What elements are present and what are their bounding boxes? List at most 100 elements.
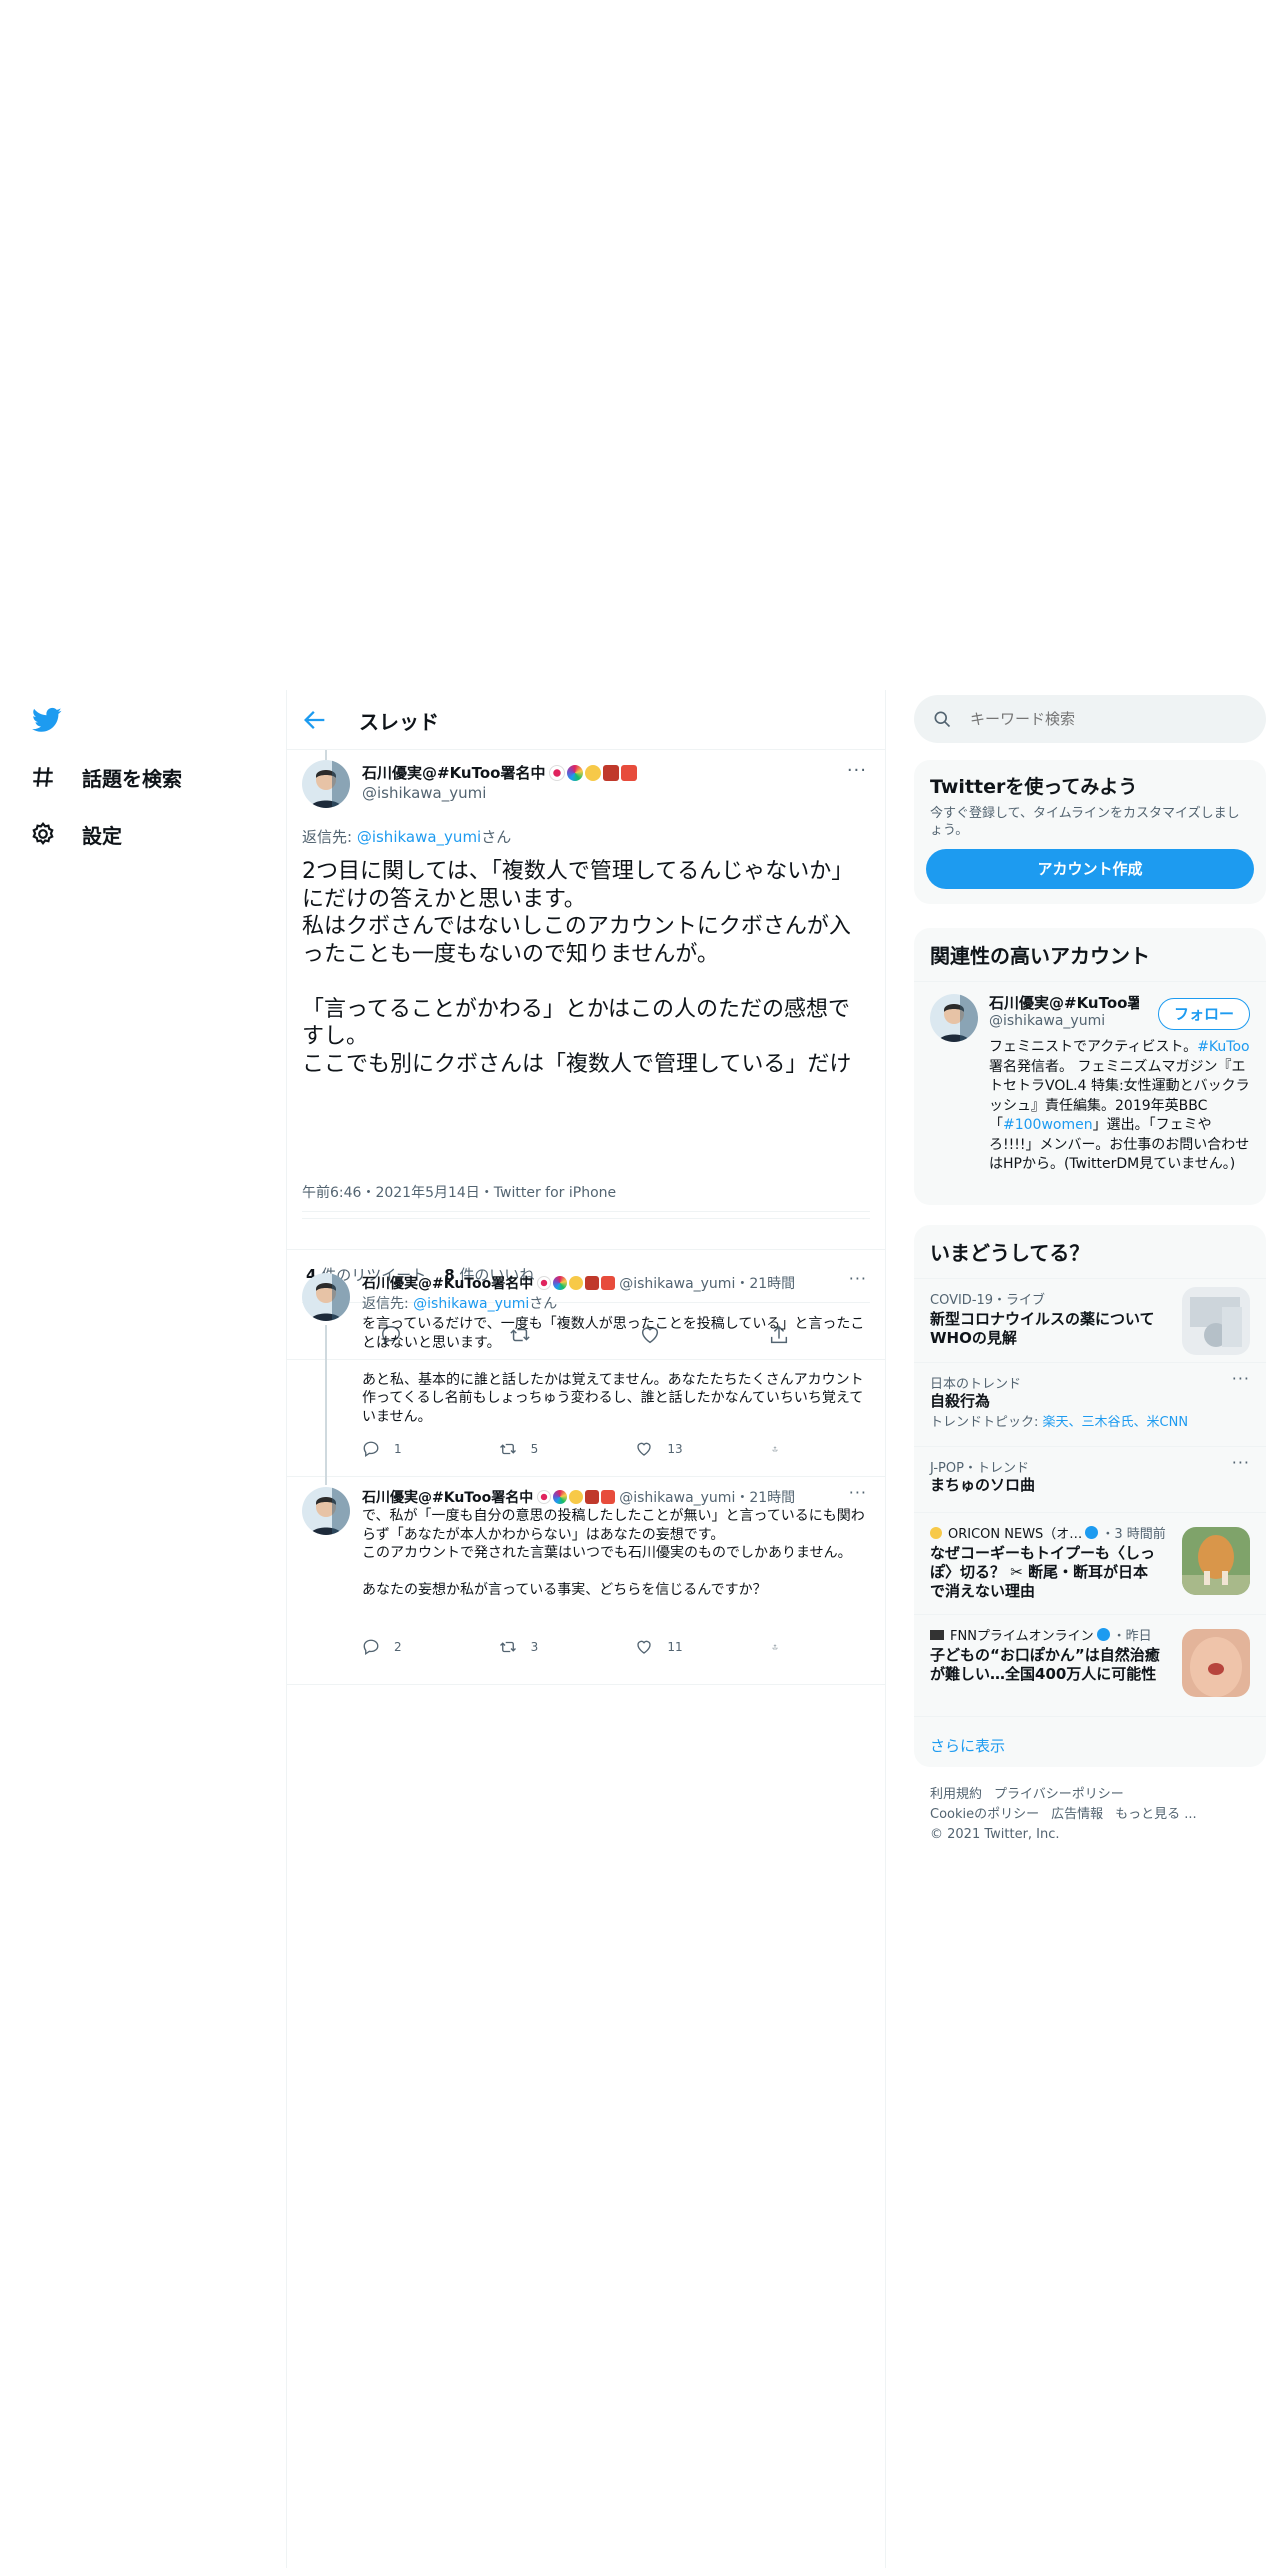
- reply-tweet[interactable]: 石川優実@#KuToo署名中 @ishikawa_yumi・21時間 ··· で…: [287, 1477, 885, 1685]
- author-name-text: 石川優実@#KuToo署名中: [362, 764, 546, 782]
- high-heel-icon: [585, 1490, 600, 1504]
- show-more-link[interactable]: さらに表示: [914, 1716, 1266, 1767]
- trend-time: ・昨日: [1112, 1629, 1152, 1644]
- reply-action-bar: 1 5 13: [362, 1440, 792, 1458]
- more-options-icon[interactable]: ···: [849, 1269, 867, 1288]
- bio-hashtag-100women[interactable]: #100women: [1003, 1117, 1093, 1133]
- trend-context: J-POP・トレンド: [930, 1461, 1029, 1476]
- like-button[interactable]: 13: [635, 1440, 725, 1458]
- footer-terms-link[interactable]: 利用規約: [930, 1787, 982, 1802]
- more-options-icon[interactable]: ···: [1232, 1453, 1250, 1472]
- reply-to-suffix: さん: [481, 828, 512, 846]
- reply-tweet[interactable]: 石川優実@#KuToo署名中 @ishikawa_yumi・21時間 ··· 返…: [287, 1261, 885, 1485]
- reply-button[interactable]: 2: [362, 1638, 452, 1656]
- retweet-icon: [499, 1443, 516, 1455]
- reply-to-handle[interactable]: @ishikawa_yumi: [357, 828, 481, 846]
- trend-item[interactable]: J-POP・トレンド まちゅのソロ曲 ···: [914, 1446, 1266, 1512]
- trend-thumbnail: [1182, 1287, 1250, 1355]
- page-title: スレッド: [359, 710, 439, 734]
- source-logo-icon: [930, 1526, 942, 1539]
- trend-thumbnail: [1182, 1629, 1250, 1697]
- footer-more-link[interactable]: もっと見る ...: [1115, 1807, 1197, 1822]
- trend-item[interactable]: FNNプライムオンライン ・昨日 子どもの“お口ぽかん”は自然治癒が難しい…全国…: [914, 1614, 1266, 1716]
- reply-author[interactable]: 石川優実@#KuToo署名中 @ishikawa_yumi・21時間: [362, 1273, 795, 1293]
- smile-emoji-icon: [585, 764, 602, 781]
- reply-to-prefix: 返信先:: [302, 828, 357, 846]
- trend-source: ORICON NEWS（オ…: [948, 1527, 1083, 1542]
- like-count: 13: [667, 1442, 683, 1456]
- create-account-button[interactable]: アカウント作成: [926, 849, 1254, 889]
- rainbow-icon: [553, 1490, 568, 1504]
- reply-author[interactable]: 石川優実@#KuToo署名中 @ishikawa_yumi・21時間: [362, 1487, 795, 1507]
- reply-count: 2: [394, 1640, 402, 1654]
- rainbow-icon: [553, 1276, 568, 1290]
- trend-subtopics: トレンドトピック: 楽天、三木谷氏、米CNN: [930, 1411, 1250, 1430]
- footer-privacy-link[interactable]: プライバシーポリシー: [994, 1787, 1124, 1802]
- share-button[interactable]: [772, 1440, 792, 1458]
- like-icon: [637, 1442, 651, 1456]
- reply-to-line: 返信先: @ishikawa_yumiさん: [302, 826, 511, 847]
- avatar[interactable]: [930, 994, 978, 1042]
- related-accounts-card: 関連性の高いアカウント 石川優実@#KuToo署... @ishikawa_yu…: [914, 928, 1266, 1205]
- reply-handle-time: @ishikawa_yumi・21時間: [619, 1490, 796, 1506]
- source-logo-icon: [930, 1629, 944, 1640]
- trend-source: FNNプライムオンライン: [950, 1629, 1094, 1644]
- reply-action-bar: 2 3 11: [362, 1638, 792, 1656]
- reply-author-name: 石川優実@#KuToo署名中: [362, 1276, 534, 1292]
- trend-context: 日本のトレンド: [930, 1377, 1022, 1392]
- more-options-icon[interactable]: ···: [849, 1483, 867, 1502]
- bio-text-1: フェミニストでアクティビスト。: [989, 1039, 1198, 1055]
- flag-japan-icon: [537, 1490, 552, 1504]
- author-handle[interactable]: @ishikawa_yumi: [362, 784, 486, 802]
- related-account[interactable]: 石川優実@#KuToo署... @ishikawa_yumi フォロー フェミニ…: [914, 982, 1266, 1202]
- reply-text: を言っているだけで、一度も「複数人が思ったことを投稿している」と言ったことはない…: [362, 1316, 865, 1425]
- related-name[interactable]: 石川優実@#KuToo署...: [989, 992, 1139, 1013]
- like-button[interactable]: 11: [635, 1638, 725, 1656]
- reply-button[interactable]: 1: [362, 1440, 452, 1458]
- author-name[interactable]: 石川優実@#KuToo署名中: [362, 762, 638, 783]
- share-icon: [772, 1446, 778, 1452]
- trend-item[interactable]: COVID-19・ライブ 新型コロナウイルスの薬について WHOの見解: [914, 1278, 1266, 1362]
- back-arrow-icon[interactable]: [301, 706, 329, 734]
- search-bar[interactable]: [914, 695, 1266, 743]
- divider: [302, 1211, 870, 1212]
- search-icon: [934, 711, 951, 728]
- flag-japan-icon: [549, 764, 566, 781]
- nav-explore[interactable]: 話題を検索: [30, 757, 182, 797]
- reply-to-handle[interactable]: @ishikawa_yumi: [413, 1296, 529, 1312]
- more-options-icon[interactable]: ···: [1232, 1369, 1250, 1388]
- footer-cookie-link[interactable]: Cookieのポリシー: [930, 1807, 1039, 1822]
- retweet-button[interactable]: 3: [499, 1638, 589, 1656]
- retweet-button[interactable]: 5: [499, 1440, 589, 1458]
- search-input[interactable]: [970, 710, 1230, 728]
- related-bio: フェミニストでアクティビスト。#KuToo 署名発信者。 フェミニズムマガジン『…: [989, 1038, 1251, 1175]
- trend-title: 子どもの“お口ぽかん”は自然治癒が難しい…全国400万人に可能性: [930, 1646, 1160, 1683]
- trend-item[interactable]: 日本のトレンド 自殺行為 トレンドトピック: 楽天、三木谷氏、米CNN ···: [914, 1362, 1266, 1446]
- twitter-logo-icon[interactable]: [30, 705, 64, 735]
- retweet-count: 5: [530, 1442, 539, 1456]
- more-options-icon[interactable]: ···: [847, 760, 867, 781]
- footer-ads-link[interactable]: 広告情報: [1051, 1807, 1103, 1822]
- show-more-label: さらに表示: [930, 1737, 1006, 1755]
- trend-item[interactable]: ORICON NEWS（オ… ・3 時間前 なぜコーギーもトイプーも〈しっぽ〉切…: [914, 1512, 1266, 1614]
- tweet-meta[interactable]: 午前6:46・2021年5月14日・Twitter for iPhone: [302, 1182, 616, 1202]
- trend-thumbnail: [1182, 1527, 1250, 1595]
- hashtag-icon: [33, 767, 53, 787]
- follow-button[interactable]: フォロー: [1158, 998, 1250, 1030]
- avatar[interactable]: [302, 760, 350, 808]
- related-handle[interactable]: @ishikawa_yumi: [989, 1013, 1105, 1029]
- name-emojis: [537, 1276, 616, 1290]
- trend-title: 新型コロナウイルスの薬について WHOの見解: [930, 1310, 1155, 1347]
- nav-settings-label: 設定: [82, 823, 122, 848]
- trends-title: いまどうしてる？: [930, 1241, 1090, 1265]
- gear-icon: [32, 821, 54, 845]
- avatar[interactable]: [302, 1273, 350, 1321]
- avatar[interactable]: [302, 1487, 350, 1535]
- nav-settings[interactable]: 設定: [30, 814, 122, 854]
- footer-links: 利用規約 プライバシーポリシー Cookieのポリシー 広告情報 もっと見る ... …: [930, 1785, 1209, 1845]
- focused-tweet: 石川優実@#KuToo署名中 @ishikawa_yumi ··· 返信先: @…: [287, 750, 885, 1250]
- bio-hashtag-kutoo[interactable]: #KuToo: [1197, 1039, 1249, 1055]
- trend-title: まちゅのソロ曲: [930, 1476, 1036, 1494]
- share-button[interactable]: [772, 1638, 792, 1656]
- trend-sub-links[interactable]: 楽天、三木谷氏、米CNN: [1043, 1415, 1189, 1430]
